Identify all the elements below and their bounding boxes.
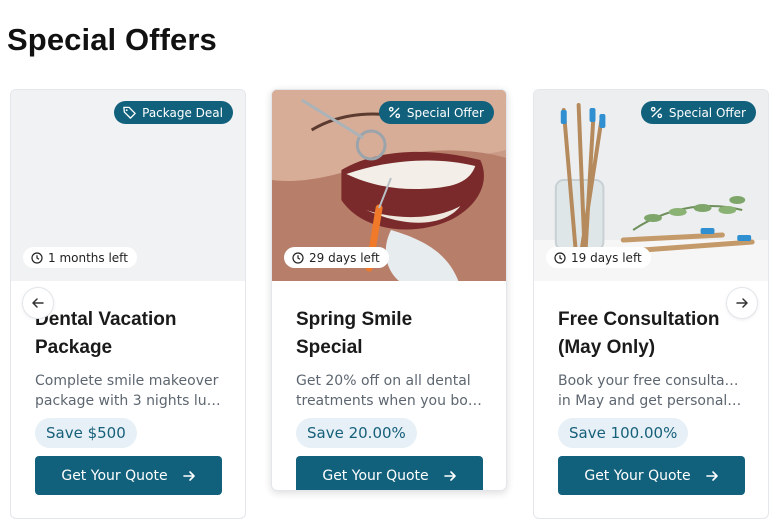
get-quote-label: Get Your Quote (322, 467, 429, 484)
save-pill: Save 20.00% (296, 418, 417, 448)
carousel-next-button[interactable] (726, 287, 758, 319)
get-quote-button[interactable]: Get Your Quote (35, 456, 222, 495)
save-pill: Save 100.00% (558, 418, 689, 448)
offer-badge-label: Package Deal (142, 105, 223, 120)
get-quote-button[interactable]: Get Your Quote (296, 456, 483, 490)
offer-image-placeholder: Package Deal 1 months left (11, 90, 245, 281)
get-quote-label: Get Your Quote (61, 467, 168, 484)
time-left-badge: 29 days left (284, 247, 389, 268)
offer-description: Book your free consultation in May and g… (558, 371, 744, 411)
offer-description-line: in May and get personalize... (558, 393, 744, 409)
offer-description-line: Complete smile makeover (35, 373, 219, 389)
section-title: Special Offers (7, 22, 217, 57)
time-left-badge: 19 days left (546, 247, 651, 268)
percent-icon (650, 106, 663, 119)
percent-icon (388, 106, 401, 119)
clock-icon (31, 251, 43, 264)
tag-icon (123, 106, 136, 119)
offer-badge-label: Special Offer (668, 105, 746, 120)
get-quote-button[interactable]: Get Your Quote (558, 456, 745, 495)
clock-icon (292, 251, 304, 264)
offer-description-line: package with 3 nights luxu... (35, 393, 221, 409)
offer-description: Complete smile makeover package with 3 n… (35, 371, 221, 411)
arrow-right-icon (443, 470, 456, 481)
offer-badge: Special Offer (378, 101, 494, 124)
arrow-right-icon (182, 470, 195, 481)
save-pill: Save $500 (35, 418, 137, 448)
offer-description-line: treatments when you book... (296, 393, 482, 409)
arrow-left-icon (32, 298, 44, 308)
offer-title: Dental Vacation Package (35, 309, 177, 358)
offer-badge: Package Deal (114, 101, 233, 124)
time-left-label: 29 days left (309, 250, 380, 265)
offer-title: Free Consultation (May Only) (558, 309, 720, 358)
offer-description-line: Get 20% off on all dental (296, 373, 471, 389)
offer-card[interactable]: Special Offer 29 days left Spring Smile … (271, 89, 507, 491)
offer-image: Special Offer 19 days left (534, 90, 768, 281)
offer-description: Get 20% off on all dental treatments whe… (296, 371, 482, 411)
offer-badge: Special Offer (640, 101, 756, 124)
clock-icon (554, 251, 566, 264)
arrow-right-icon (736, 298, 748, 308)
arrow-right-icon (705, 470, 718, 481)
offer-description-line: Book your free consultation (558, 373, 744, 389)
time-left-label: 1 months left (48, 250, 128, 265)
offer-image: Special Offer 29 days left (272, 90, 506, 281)
get-quote-label: Get Your Quote (584, 467, 691, 484)
time-left-badge: 1 months left (23, 247, 137, 268)
offer-title: Spring Smile Special (296, 309, 413, 358)
time-left-label: 19 days left (571, 250, 642, 265)
offer-badge-label: Special Offer (406, 105, 484, 120)
carousel-prev-button[interactable] (22, 287, 54, 319)
